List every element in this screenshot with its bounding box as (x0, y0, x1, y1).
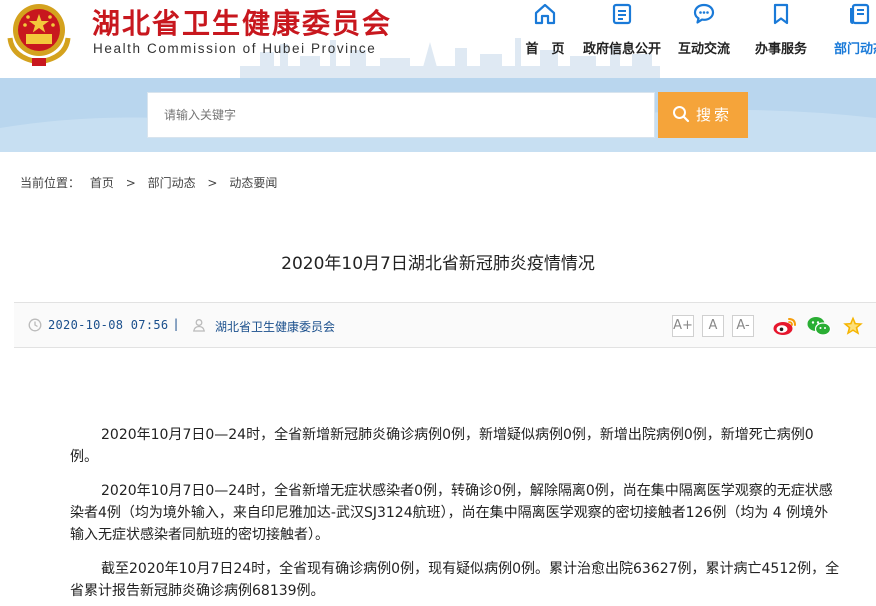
meta-divider: | (174, 317, 179, 331)
article-paragraph: 截至2020年10月7日24时，全省现有确诊病例0例，现有疑似病例0例。累计治愈… (70, 561, 840, 599)
nav-item-gov-info[interactable]: 政府信息公开 (577, 0, 667, 70)
search-button[interactable]: 搜索 (658, 92, 748, 138)
site-subtitle: Health Commission of Hubei Province (93, 41, 377, 56)
search-button-label: 搜索 (696, 106, 733, 124)
breadcrumb-separator: > (125, 176, 136, 190)
search-icon (673, 106, 690, 123)
search-band: 搜索 (0, 78, 876, 152)
bookmark-icon (773, 3, 789, 25)
breadcrumb-link-department-news[interactable]: 部门动态 (148, 176, 196, 190)
article-paragraph: 2020年10月7日0—24时，全省新增无症状感染者0例，转确诊0例，解除隔离0… (70, 483, 833, 543)
nav-item-label: 部门动态 (833, 42, 876, 57)
breadcrumb-separator: > (207, 176, 218, 190)
nav-item-label: 互动交流 (677, 42, 730, 57)
wechat-icon[interactable] (806, 315, 832, 337)
article-source: 湖北省卫生健康委员会 (215, 320, 336, 334)
nav-item-interaction[interactable]: 互动交流 (669, 0, 739, 70)
nav-item-label: 办事服务 (754, 42, 807, 57)
publish-date: 2020-10-08 07:56 (48, 318, 169, 332)
site-header: 湖北省卫生健康委员会 Health Commission of Hubei Pr… (0, 0, 876, 78)
article-paragraph: 2020年10月7日0—24时，全省新增新冠肺炎确诊病例0例，新增疑似病例0例，… (70, 427, 814, 465)
font-increase-button[interactable]: A+ (672, 315, 694, 337)
breadcrumb-link-home[interactable]: 首页 (90, 176, 114, 190)
weibo-icon[interactable] (772, 315, 798, 337)
news-icon (850, 3, 870, 25)
article-title: 2020年10月7日湖北省新冠肺炎疫情情况 (281, 254, 595, 274)
national-emblem-logo (7, 4, 71, 66)
site-title: 湖北省卫生健康委员会 (92, 7, 393, 40)
main-nav: 首 页 政府信息公开 互动交流 办事服务 部门动 (505, 0, 876, 70)
font-decrease-button[interactable]: A- (732, 315, 754, 337)
home-icon (534, 3, 556, 25)
chat-bubble-icon (693, 3, 715, 24)
font-reset-button[interactable]: A (702, 315, 724, 337)
breadcrumb-link-news-highlights[interactable]: 动态要闻 (229, 176, 277, 190)
favorite-star-icon[interactable] (840, 315, 866, 337)
nav-item-department-news[interactable]: 部门动态 (825, 0, 876, 70)
user-icon (193, 319, 205, 332)
document-icon (612, 3, 632, 25)
article-meta-bar: 2020-10-08 07:56 | 湖北省卫生健康委员会 A+ A A- (14, 302, 876, 348)
clock-icon (28, 318, 42, 332)
breadcrumb: 当前位置： 首页 > 部门动态 > 动态要闻 (20, 174, 277, 191)
breadcrumb-prefix: 当前位置： (20, 176, 81, 190)
nav-item-label: 政府信息公开 (582, 42, 661, 57)
nav-item-label: 首 页 (525, 42, 565, 57)
article-body: 2020年10月7日0—24时，全省新增新冠肺炎确诊病例0例，新增疑似病例0例，… (70, 424, 840, 606)
nav-item-services[interactable]: 办事服务 (746, 0, 816, 70)
search-input[interactable] (147, 92, 655, 138)
nav-item-home[interactable]: 首 页 (510, 0, 580, 70)
